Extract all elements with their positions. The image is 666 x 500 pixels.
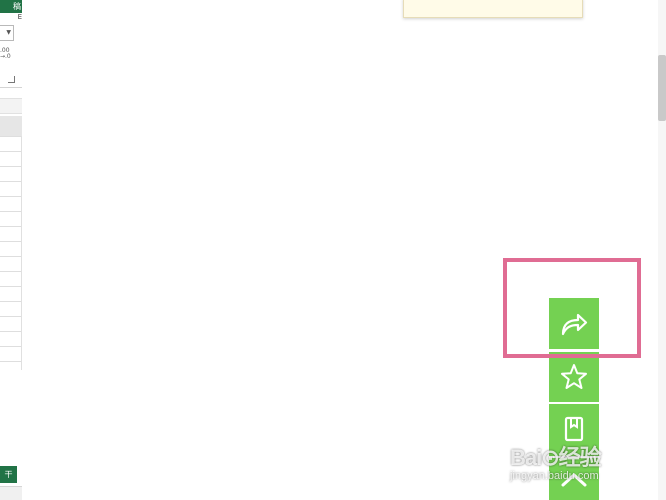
ribbon-tab[interactable]: 稿	[0, 0, 22, 13]
note-box	[403, 0, 583, 18]
watermark-logo: Bai⊙经验	[510, 445, 602, 470]
scrollbar-thumb[interactable]	[658, 55, 666, 121]
decrease-decimal-icon[interactable]: .00 →.0	[0, 48, 14, 62]
sheet-tab[interactable]: 干	[0, 466, 17, 483]
baidu-jingyan-watermark: Bai⊙经验 jingyan.baidu.com	[510, 440, 640, 492]
star-icon	[561, 364, 587, 389]
chevron-down-icon: ▼	[6, 29, 11, 36]
ribbon-group-label: E	[17, 13, 22, 21]
column-header[interactable]	[0, 116, 22, 137]
formula-bar[interactable]	[0, 98, 22, 114]
cell-grid[interactable]	[0, 136, 22, 370]
page-scrollbar[interactable]	[658, 0, 666, 500]
spreadsheet-window-edge: 稿 E ▼ .00 →.0 干	[0, 0, 22, 500]
ribbon-divider	[0, 87, 22, 88]
status-bar	[0, 486, 22, 500]
highlight-rectangle	[503, 258, 641, 358]
watermark-url: jingyan.baidu.com	[510, 470, 599, 482]
number-format-dropdown[interactable]: ▼	[0, 25, 14, 41]
favorite-button[interactable]	[549, 352, 599, 402]
dialog-launcher-icon[interactable]	[8, 76, 15, 83]
